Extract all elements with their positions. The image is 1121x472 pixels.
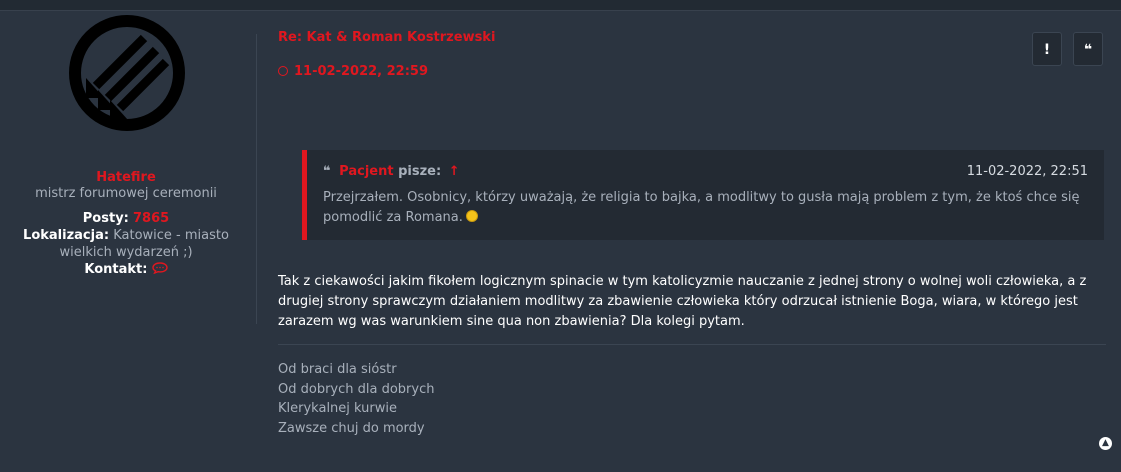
location-value-cont: wielkich wydarzeń ;) xyxy=(59,245,193,260)
profile-fields: Posty: 7865 Lokalizacja: Katowice - mias… xyxy=(8,210,244,278)
signature: Od braci dla sióstr Od dobrych dla dobry… xyxy=(278,360,434,438)
signature-line-2: Od dobrych dla dobrych xyxy=(278,381,435,397)
username-link[interactable]: Hatefire xyxy=(8,170,244,185)
user-rank: mistrz forumowej ceremonii xyxy=(35,186,217,201)
posts-field: Posty: 7865 xyxy=(8,210,244,227)
quote-author-link[interactable]: Pacjent xyxy=(339,164,393,179)
chevron-up-icon[interactable]: ▲ xyxy=(1099,437,1112,450)
avatar[interactable] xyxy=(66,12,188,134)
location-value: Katowice - miasto xyxy=(113,228,229,243)
signature-divider xyxy=(278,344,1106,345)
top-bar xyxy=(0,0,1121,11)
quote-date: 11-02-2022, 22:51 xyxy=(966,164,1088,179)
quote-text-body: Przejrzałem. Osobnicy, którzy uważają, ż… xyxy=(323,190,1080,225)
quote-header: ❝ Pacjent pisze: ↑ xyxy=(323,164,460,179)
report-button[interactable]: ! xyxy=(1031,32,1062,66)
signature-line-3: Klerykalnej kurwie xyxy=(278,401,397,416)
profile-divider xyxy=(256,34,257,324)
post-date[interactable]: 11-02-2022, 22:59 xyxy=(278,64,428,79)
quote-text: Przejrzałem. Osobnicy, którzy uważają, ż… xyxy=(323,188,1083,228)
smile-emoji-icon xyxy=(465,210,478,222)
posts-label: Posty: xyxy=(82,211,129,226)
location-field: Lokalizacja: Katowice - miasto xyxy=(8,227,244,244)
quote-button[interactable]: ❝ xyxy=(1073,32,1103,66)
quote-source-arrow-icon[interactable]: ↑ xyxy=(449,164,460,179)
quote-writes: pisze: xyxy=(398,164,442,179)
posts-count-link[interactable]: 7865 xyxy=(133,211,169,226)
quote-icon: ❝ xyxy=(323,164,331,179)
contact-label: Kontakt: xyxy=(84,262,148,277)
clock-icon xyxy=(278,66,288,76)
post-date-text: 11-02-2022, 22:59 xyxy=(294,64,428,79)
signature-line-1: Od braci dla sióstr xyxy=(278,362,397,377)
post-content: Tak z ciekawości jakim fikołem logicznym… xyxy=(278,274,1087,329)
location-label: Lokalizacja: xyxy=(23,228,110,243)
post-title-link[interactable]: Re: Kat & Roman Kostrzewski xyxy=(278,30,495,45)
post-actions: ! ❝ xyxy=(1026,32,1103,66)
message-bubble-icon[interactable] xyxy=(151,262,168,275)
contact-field: Kontakt: xyxy=(8,261,244,278)
quote-block: ❝ Pacjent pisze: ↑ 11-02-2022, 22:51 Prz… xyxy=(302,150,1104,240)
signature-line-4: Zawsze chuj do mordy xyxy=(278,420,425,436)
